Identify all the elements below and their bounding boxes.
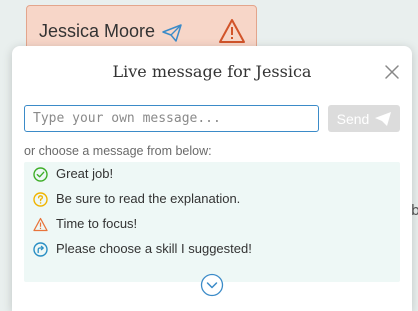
live-message-dialog: Live message for Jessica Send or choose … bbox=[12, 46, 412, 311]
student-name: Jessica Moore bbox=[39, 21, 156, 41]
paper-plane-icon[interactable] bbox=[162, 24, 182, 42]
message-option-text: Time to focus! bbox=[56, 216, 138, 231]
chevron-down-circle-icon[interactable] bbox=[200, 273, 224, 297]
paper-plane-icon bbox=[375, 111, 392, 126]
send-button[interactable]: Send bbox=[328, 105, 400, 132]
message-option-text: Please choose a skill I suggested! bbox=[56, 241, 252, 256]
message-option-text: Great job! bbox=[56, 166, 114, 181]
background-text-fragment: b bbox=[411, 203, 418, 219]
message-option-choose-skill[interactable]: Please choose a skill I suggested! bbox=[24, 239, 400, 263]
message-input[interactable] bbox=[24, 105, 319, 132]
send-button-label: Send bbox=[336, 110, 370, 127]
message-option-time-to-focus[interactable]: Time to focus! bbox=[24, 214, 400, 238]
redirect-circle-icon bbox=[33, 242, 48, 257]
warning-triangle-icon bbox=[219, 19, 245, 43]
question-circle-icon bbox=[33, 192, 48, 207]
predefined-message-list: Great job! Be sure to read the explanati… bbox=[24, 162, 400, 282]
choose-message-label: or choose a message from below: bbox=[24, 144, 212, 158]
warning-triangle-icon bbox=[33, 217, 48, 232]
message-option-great-job[interactable]: Great job! bbox=[24, 164, 400, 188]
message-option-read-explanation[interactable]: Be sure to read the explanation. bbox=[24, 189, 400, 213]
message-option-text: Be sure to read the explanation. bbox=[56, 191, 241, 206]
dialog-title: Live message for Jessica bbox=[112, 62, 312, 81]
close-icon[interactable] bbox=[382, 62, 402, 82]
check-circle-icon bbox=[33, 167, 48, 182]
